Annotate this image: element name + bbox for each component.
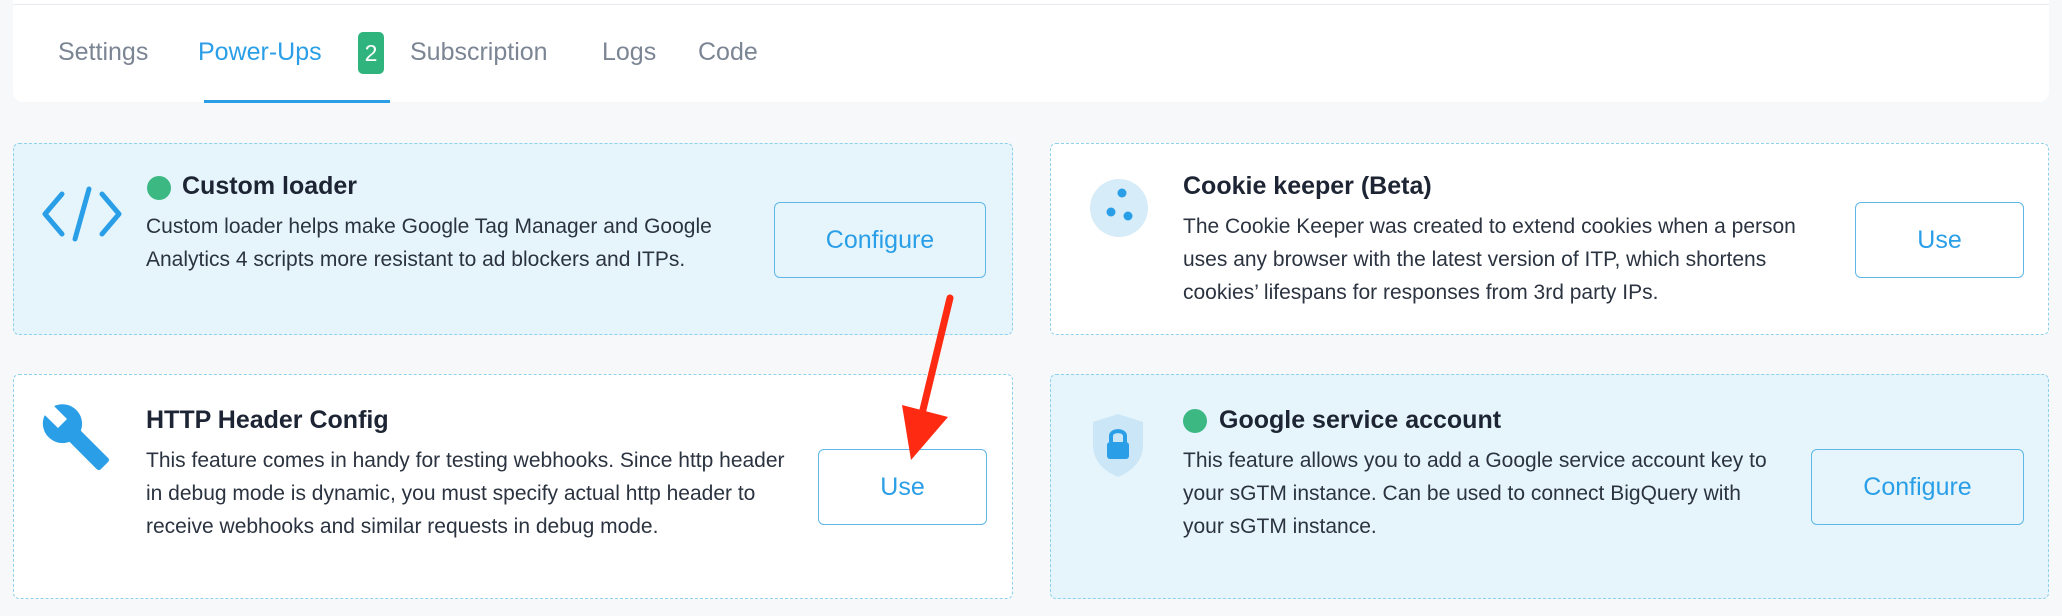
- cookie-icon: [1090, 179, 1148, 237]
- tab-settings[interactable]: Settings: [58, 38, 148, 67]
- tab-code[interactable]: Code: [698, 38, 758, 67]
- configure-button[interactable]: Configure: [1811, 449, 2024, 525]
- card-title: HTTP Header Config: [146, 406, 389, 434]
- power-ups-count-badge: 2: [358, 32, 384, 74]
- wrench-icon: [42, 404, 109, 470]
- card-title: Google service account: [1219, 406, 1502, 434]
- power-up-card-google-service-account: Google service account This feature allo…: [1050, 374, 2049, 599]
- power-up-card-custom-loader: Custom loader Custom loader helps make G…: [13, 143, 1013, 335]
- enabled-status-dot: [147, 176, 171, 200]
- tab-logs[interactable]: Logs: [602, 38, 656, 67]
- active-tab-indicator: [204, 100, 390, 103]
- tab-subscription[interactable]: Subscription: [410, 38, 548, 67]
- card-description: The Cookie Keeper was created to extend …: [1183, 215, 1796, 304]
- power-up-card-http-header-config: HTTP Header Config This feature comes in…: [13, 374, 1013, 599]
- annotation-arrow: [902, 294, 954, 460]
- card-description: This feature comes in handy for testing …: [146, 449, 785, 538]
- card-title: Custom loader: [182, 172, 358, 200]
- configure-button[interactable]: Configure: [774, 202, 986, 278]
- tab-power-ups[interactable]: Power-Ups: [198, 38, 322, 67]
- card-description: Custom loader helps make Google Tag Mana…: [146, 215, 712, 271]
- card-description: This feature allows you to add a Google …: [1183, 449, 1767, 538]
- use-button[interactable]: Use: [1855, 202, 2024, 278]
- power-up-card-cookie-keeper: Cookie keeper (Beta) The Cookie Keeper w…: [1050, 143, 2049, 335]
- code-icon: [42, 186, 122, 242]
- card-title: Cookie keeper (Beta): [1183, 172, 1432, 200]
- shield-lock-icon: [1093, 414, 1143, 477]
- enabled-status-dot: [1183, 409, 1207, 433]
- tabs-bar: Settings Power-Ups 2 Subscription Logs C…: [13, 0, 2049, 103]
